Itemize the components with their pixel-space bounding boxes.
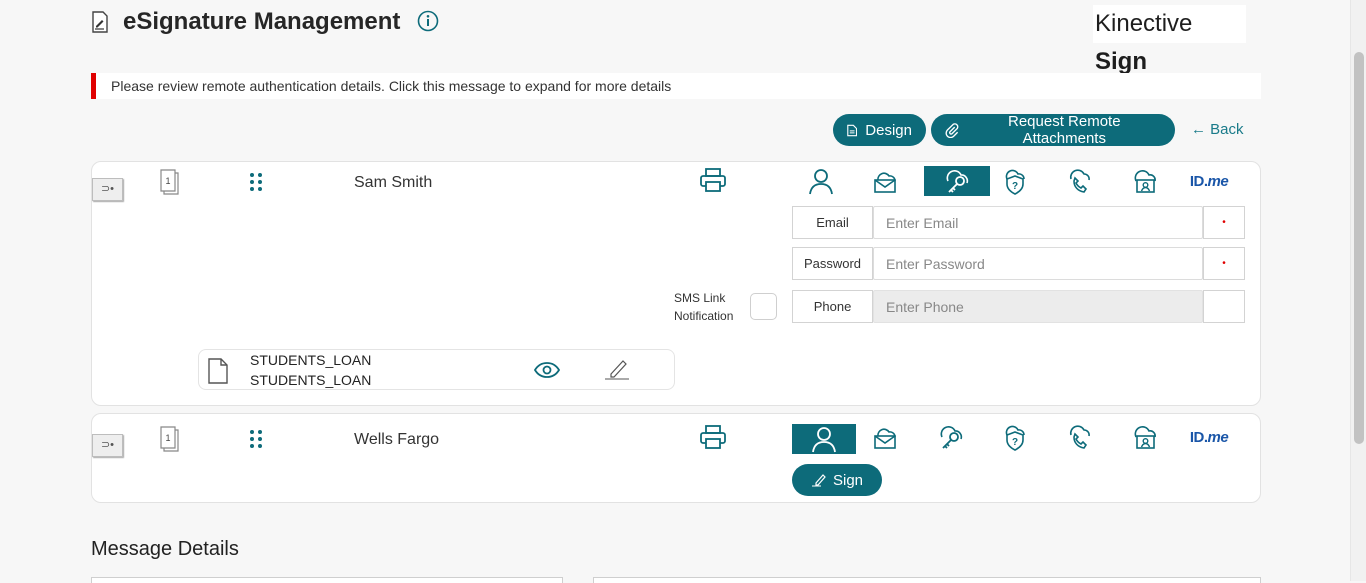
email-label: Email	[792, 206, 873, 239]
password-field[interactable]	[873, 247, 1203, 280]
auth-email-icon[interactable]	[853, 166, 917, 196]
email-field[interactable]	[873, 206, 1203, 239]
drag-handle-icon[interactable]	[249, 172, 263, 192]
design-label: Design	[865, 121, 912, 139]
document-subname: STUDENTS_LOAN	[250, 372, 372, 388]
auth-cloud-id-icon[interactable]	[1113, 422, 1177, 452]
auth-in-person-icon[interactable]	[792, 424, 856, 454]
phone-extra-box	[1203, 290, 1245, 323]
document-item: STUDENTS_LOAN STUDENTS_LOAN	[198, 349, 675, 390]
eye-icon[interactable]	[533, 361, 561, 379]
auth-alert-banner[interactable]: Please review remote authentication deta…	[91, 73, 1261, 99]
idme-id: ID.	[1189, 428, 1208, 446]
message-details-title: Message Details	[91, 538, 239, 560]
idme-me: me	[1207, 428, 1229, 446]
scrollbar-thumb[interactable]	[1354, 52, 1364, 444]
drag-handle-icon[interactable]	[249, 429, 263, 449]
document-icon	[847, 124, 858, 136]
auth-email-icon[interactable]	[853, 422, 917, 452]
signer-name: Wells Fargo	[354, 431, 440, 448]
idme-me: me	[1207, 172, 1229, 190]
svg-text:?: ?	[1012, 437, 1018, 448]
sms-label-line1: SMS Link	[674, 291, 726, 305]
pen-icon	[811, 474, 826, 487]
brand-regular: Kinective	[1095, 10, 1193, 37]
password-label: Password	[792, 247, 873, 280]
brand-bold: Sign	[1095, 48, 1147, 75]
required-indicator: •	[1203, 247, 1245, 280]
page-count: 1	[165, 176, 170, 186]
message-field-left[interactable]	[91, 577, 563, 583]
auth-password-key-icon[interactable]	[924, 166, 990, 196]
required-indicator: •	[1203, 206, 1245, 239]
sms-notification-checkbox[interactable]	[750, 293, 777, 320]
expand-arrow-icon[interactable]: ⊃•	[92, 434, 123, 457]
auth-cloud-id-icon[interactable]	[1113, 166, 1177, 196]
signer-card: ⊃• 1 Sam Smith ? ID.me Email • Password	[91, 161, 1261, 406]
svg-text:?: ?	[1012, 181, 1018, 192]
idme-id: ID.	[1189, 172, 1208, 190]
sms-label-line2: Notification	[674, 309, 734, 323]
print-icon[interactable]	[699, 424, 727, 450]
idme-logo: ID.me	[1189, 172, 1229, 190]
phone-label: Phone	[792, 290, 873, 323]
auth-security-question-icon[interactable]: ?	[983, 422, 1047, 452]
request-remote-attachments-button[interactable]: Request Remote Attachments	[931, 113, 1175, 147]
auth-password-key-icon[interactable]	[919, 422, 983, 452]
print-icon[interactable]	[699, 167, 727, 193]
back-link[interactable]: ← Back	[1191, 121, 1244, 138]
idme-logo: ID.me	[1189, 428, 1229, 446]
info-icon[interactable]	[417, 10, 439, 32]
page-count-icon: 1	[160, 169, 179, 195]
phone-field[interactable]	[873, 290, 1203, 323]
design-button[interactable]: Design	[833, 114, 926, 146]
pen-icon[interactable]	[603, 358, 631, 380]
vertical-scrollbar[interactable]	[1350, 0, 1366, 581]
auth-phone-icon[interactable]	[1047, 422, 1111, 452]
message-field-right[interactable]	[593, 577, 1261, 583]
sign-label: Sign	[832, 471, 864, 489]
document-name: STUDENTS_LOAN	[250, 352, 372, 368]
page-count-icon: 1	[160, 426, 179, 452]
auth-idme-icon[interactable]: ID.me	[1177, 166, 1241, 196]
auth-phone-icon[interactable]	[1047, 166, 1111, 196]
sign-button[interactable]: Sign	[792, 464, 882, 496]
auth-in-person-icon[interactable]	[789, 166, 853, 196]
sms-link-notification-label: SMS Link Notification	[674, 289, 733, 325]
page-title: eSignature Management	[123, 8, 401, 35]
signer-card: ⊃• 1 Wells Fargo ? ID.me Sign	[91, 413, 1261, 503]
auth-security-question-icon[interactable]: ?	[983, 166, 1047, 196]
document-edit-icon	[92, 11, 108, 33]
auth-idme-icon[interactable]: ID.me	[1177, 422, 1241, 452]
page-count: 1	[165, 433, 170, 443]
brand-logo: Kinective Sign	[1093, 5, 1246, 75]
expand-arrow-icon[interactable]: ⊃•	[92, 178, 123, 201]
signer-name: Sam Smith	[354, 174, 433, 191]
paperclip-icon	[945, 122, 959, 138]
document-file-icon	[208, 358, 228, 384]
attachments-label: Request Remote Attachments	[1008, 113, 1121, 147]
